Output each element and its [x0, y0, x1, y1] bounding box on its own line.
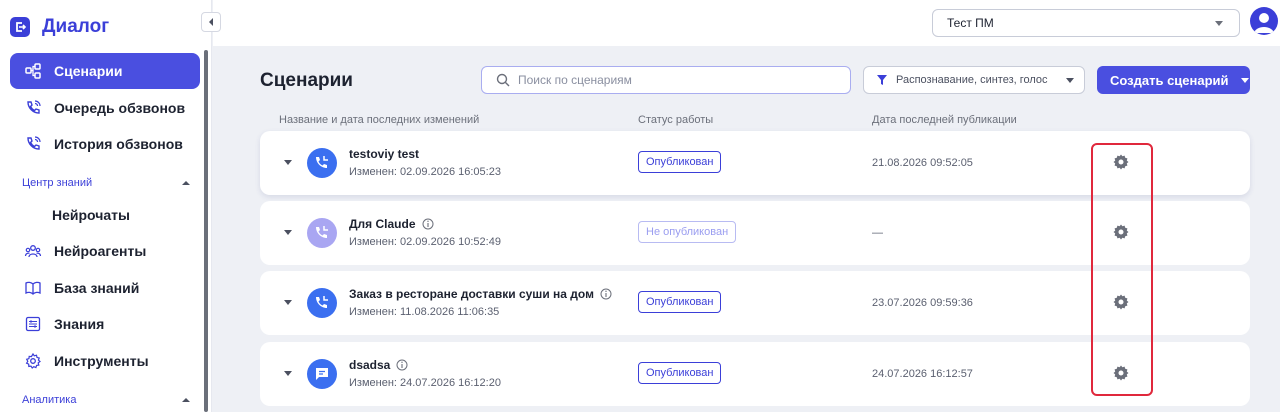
filter-icon [877, 75, 887, 85]
filter-label: Распознавание, синтез, голос [896, 74, 1048, 86]
scenarios-icon [25, 63, 41, 79]
status-badge: Не опубликован [638, 221, 737, 243]
chevron-down-icon [1066, 78, 1074, 83]
status-badge: Опубликован [638, 291, 722, 313]
info-icon[interactable] [600, 288, 612, 300]
sidebar-item-label: История обзвонов [54, 136, 183, 152]
chevron-down-icon [1240, 77, 1249, 83]
scenario-name-text: Заказ в ресторане доставки суши на дом [349, 287, 594, 301]
section-knowledge-center[interactable]: Центр знаний [22, 177, 190, 189]
gear-icon [25, 352, 41, 369]
section-label: Аналитика [22, 394, 77, 406]
scenario-changed: Изменен: 02.09.2026 16:05:23 [349, 166, 501, 178]
chevron-up-icon [182, 181, 190, 185]
phone-queue-icon [27, 100, 41, 114]
agents-icon [24, 245, 42, 258]
collapse-sidebar-button[interactable] [201, 12, 221, 32]
user-avatar[interactable] [1250, 7, 1278, 35]
sidebar-item-knowledge-base[interactable]: База знаний [10, 270, 200, 306]
sidebar-item-knowledge[interactable]: Знания [10, 306, 200, 342]
sidebar-item-call-history[interactable]: История обзвонов [10, 126, 200, 162]
info-icon[interactable] [422, 218, 434, 230]
phone-flow-icon [307, 218, 337, 248]
project-select-value: Тест ПМ [947, 16, 994, 30]
status-badge: Опубликован [638, 362, 722, 384]
create-scenario-button[interactable]: Создать сценарий [1097, 66, 1250, 94]
app-title: Диалог [42, 16, 110, 37]
sidebar-scrollbar[interactable] [204, 50, 208, 412]
page-title: Сценарии [260, 70, 353, 91]
published-date: 24.07.2026 16:12:57 [872, 368, 973, 380]
brand[interactable]: Диалог [10, 16, 109, 38]
scenario-name[interactable]: Заказ в ресторане доставки суши на дом [349, 287, 612, 301]
engine-filter-select[interactable]: Распознавание, синтез, голос [863, 66, 1085, 94]
sidebar-item-label: Знания [54, 316, 105, 332]
scenario-changed: Изменен: 11.08.2026 11:06:35 [349, 306, 500, 318]
sidebar-item-neuroagents[interactable]: Нейроагенты [10, 233, 200, 269]
knowledge-icon [25, 316, 41, 332]
settings-column-highlight [1091, 143, 1153, 396]
sidebar-item-call-queue[interactable]: Очередь обзвонов [10, 90, 200, 126]
sidebar-item-label: Очередь обзвонов [54, 100, 186, 116]
chevron-left-icon [209, 18, 213, 26]
scenario-name-text: dsadsa [349, 358, 391, 372]
status-badge: Опубликован [638, 151, 722, 173]
chevron-down-icon [1215, 21, 1223, 26]
sidebar-item-neurochats[interactable]: Нейрочаты [10, 197, 200, 233]
phone-flow-icon [307, 148, 337, 178]
expand-row-icon[interactable] [284, 371, 292, 376]
scenario-name-text: Для Claude [349, 217, 416, 231]
column-header-status: Статус работы [638, 114, 714, 126]
published-date: — [872, 227, 883, 239]
section-label: Центр знаний [22, 177, 93, 189]
scenario-name[interactable]: testoviy test [349, 147, 419, 161]
sidebar-item-scenarios[interactable]: Сценарии [10, 53, 200, 89]
scenario-changed: Изменен: 24.07.2026 16:12:20 [349, 377, 501, 389]
search-placeholder: Поиск по сценариям [518, 73, 632, 87]
column-header-published: Дата последней публикации [872, 114, 1017, 126]
expand-row-icon[interactable] [284, 230, 292, 235]
published-date: 21.08.2026 09:52:05 [872, 157, 973, 169]
sidebar-item-label: Сценарии [54, 63, 123, 79]
chat-icon [307, 359, 337, 389]
phone-history-icon [27, 136, 41, 150]
scenario-name[interactable]: Для Claude [349, 217, 434, 231]
scenario-changed: Изменен: 02.09.2026 10:52:49 [349, 236, 501, 248]
create-scenario-label: Создать сценарий [1110, 72, 1229, 88]
sidebar-item-label: Нейрочаты [52, 207, 130, 223]
section-analytics[interactable]: Аналитика [22, 394, 190, 406]
sidebar-item-label: Нейроагенты [54, 243, 147, 259]
phone-flow-icon [307, 288, 337, 318]
scenario-name[interactable]: dsadsa [349, 358, 408, 372]
book-icon [25, 281, 41, 295]
info-icon[interactable] [396, 359, 408, 371]
logout-icon [10, 17, 30, 37]
sidebar-item-tools[interactable]: Инструменты [10, 343, 200, 379]
chevron-up-icon [182, 398, 190, 402]
search-icon [496, 73, 510, 87]
sidebar-item-label: База знаний [54, 280, 140, 296]
user-icon [1254, 13, 1274, 33]
published-date: 23.07.2026 09:59:36 [872, 297, 973, 309]
expand-row-icon[interactable] [284, 160, 292, 165]
expand-row-icon[interactable] [284, 300, 292, 305]
column-header-name: Название и дата последних изменений [279, 114, 480, 126]
search-input[interactable]: Поиск по сценариям [481, 66, 851, 94]
sidebar-item-label: Инструменты [54, 353, 149, 369]
scenario-name-text: testoviy test [349, 147, 420, 161]
sidebar: Диалог Сценарии Очередь обзвонов История… [0, 0, 212, 412]
project-select[interactable]: Тест ПМ [932, 9, 1240, 37]
